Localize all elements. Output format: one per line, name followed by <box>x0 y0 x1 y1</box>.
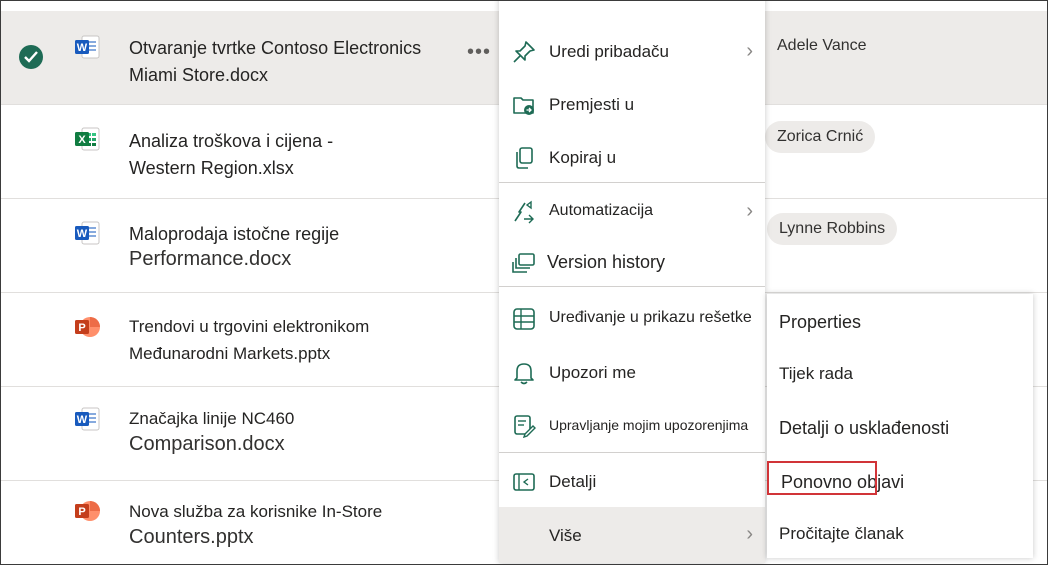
file-name-line1[interactable]: Analiza troškova i cijena - <box>129 131 333 152</box>
app-frame: W Otvaranje tvrtke Contoso Electronics M… <box>0 0 1048 565</box>
menu-item-label: Detalji <box>549 472 597 491</box>
svg-text:W: W <box>77 414 88 426</box>
menu-item-copy-to[interactable]: Kopiraj u <box>499 132 765 184</box>
menu-divider <box>499 286 765 287</box>
submenu-item-read-article[interactable]: Pročitajte članak <box>767 510 1033 560</box>
modified-by: Adele Vance <box>777 37 867 54</box>
menu-item-alert-me[interactable]: Upozori me <box>499 347 765 399</box>
chevron-right-icon: › <box>746 523 753 545</box>
submenu-item-label: Pročitajte članak <box>779 524 904 543</box>
grid-icon <box>513 308 535 330</box>
version-history-icon <box>512 253 535 273</box>
powerpoint-file-icon: P <box>75 317 100 337</box>
submenu-item-label: Properties <box>779 312 862 332</box>
file-name-line2[interactable]: Međunarodni Markets.pptx <box>129 344 330 364</box>
word-file-icon: W <box>75 221 100 245</box>
menu-divider <box>499 452 765 453</box>
file-name-line2[interactable]: Counters.pptx <box>129 526 254 549</box>
menu-item-label: Automatizacija <box>549 202 654 219</box>
submenu-item-label: Tijek rada <box>779 364 854 383</box>
manage-alerts-icon <box>514 415 536 438</box>
file-name-line1[interactable]: Maloprodaja istočne regije <box>129 224 339 245</box>
submenu-item-label: Detalji o usklađenosti <box>779 418 950 438</box>
svg-text:P: P <box>78 322 85 334</box>
menu-item-move-to[interactable]: Premjesti u <box>499 79 765 131</box>
svg-text:P: P <box>78 506 85 518</box>
file-name-line2[interactable]: Comparison.docx <box>129 433 285 456</box>
copy-icon <box>516 147 533 169</box>
file-name-line1[interactable]: Nova služba za korisnike In-Store <box>129 502 382 522</box>
submenu-item-properties[interactable]: Properties <box>767 298 1033 348</box>
menu-item-label: Upozori me <box>549 363 636 382</box>
menu-item-label: Uredi pribadaču <box>549 42 670 61</box>
menu-item-label: Upravljanje mojim upozorenjima <box>549 417 749 433</box>
modified-by-pill[interactable]: Lynne Robbins <box>767 213 898 245</box>
menu-item-version-history[interactable]: Version history <box>499 237 765 289</box>
menu-item-details[interactable]: Detalji <box>499 456 765 508</box>
modified-by-pill[interactable]: Zorica Crnić <box>765 121 876 153</box>
file-name-line1[interactable]: Značajka linije NC460 <box>129 409 294 429</box>
menu-item-grid-view-edit[interactable]: Uređivanje u prikazu rešetke <box>499 293 765 345</box>
automate-icon <box>514 200 534 224</box>
menu-item-more[interactable]: Više › <box>499 507 765 563</box>
menu-item-label: Kopiraj u <box>549 148 617 167</box>
republish-highlight <box>767 461 877 495</box>
file-name-line1[interactable]: Trendovi u trgovini elektronikom <box>129 317 369 337</box>
menu-item-label: Više <box>549 526 582 545</box>
submenu-item-workflow[interactable]: Tijek rada <box>767 350 1033 400</box>
svg-text:W: W <box>77 228 88 240</box>
more-actions-button[interactable]: ••• <box>467 41 491 64</box>
menu-item-edit-pin[interactable]: Uredi pribadaču › <box>499 26 765 78</box>
word-file-icon: W <box>75 407 100 431</box>
chevron-right-icon: › <box>746 200 753 222</box>
menu-item-label: Premjesti u <box>549 95 635 114</box>
file-name-line2[interactable]: Miami Store.docx <box>129 65 268 86</box>
svg-text:W: W <box>77 42 88 54</box>
move-folder-icon <box>513 97 534 115</box>
menu-item-automate[interactable]: Automatizacija › <box>499 186 765 238</box>
powerpoint-file-icon: P <box>75 501 100 521</box>
excel-file-icon: X <box>75 127 100 151</box>
bell-icon <box>514 363 534 385</box>
details-pane-icon <box>513 473 535 491</box>
submenu-item-compliance-details[interactable]: Detalji o usklađenosti <box>767 404 1033 454</box>
file-name-line1[interactable]: Otvaranje tvrtke Contoso Electronics <box>129 38 421 59</box>
chevron-right-icon: › <box>746 40 753 62</box>
selected-check-icon[interactable] <box>19 45 43 69</box>
file-name-line2[interactable]: Performance.docx <box>129 248 291 271</box>
word-file-icon: W <box>75 35 100 59</box>
file-name-line2[interactable]: Western Region.xlsx <box>129 158 294 179</box>
svg-text:X: X <box>78 134 86 146</box>
menu-divider <box>499 182 765 183</box>
context-menu: Uredi pribadaču › Premjesti u Kopiraj u <box>499 1 765 563</box>
pin-icon <box>513 41 535 63</box>
menu-item-label: Uređivanje u prikazu rešetke <box>549 309 752 326</box>
menu-item-label: Version history <box>547 252 666 272</box>
menu-item-manage-alerts[interactable]: Upravljanje mojim upozorenjima <box>499 399 765 451</box>
more-submenu: Properties Tijek rada Detalji o usklađen… <box>767 294 1033 558</box>
